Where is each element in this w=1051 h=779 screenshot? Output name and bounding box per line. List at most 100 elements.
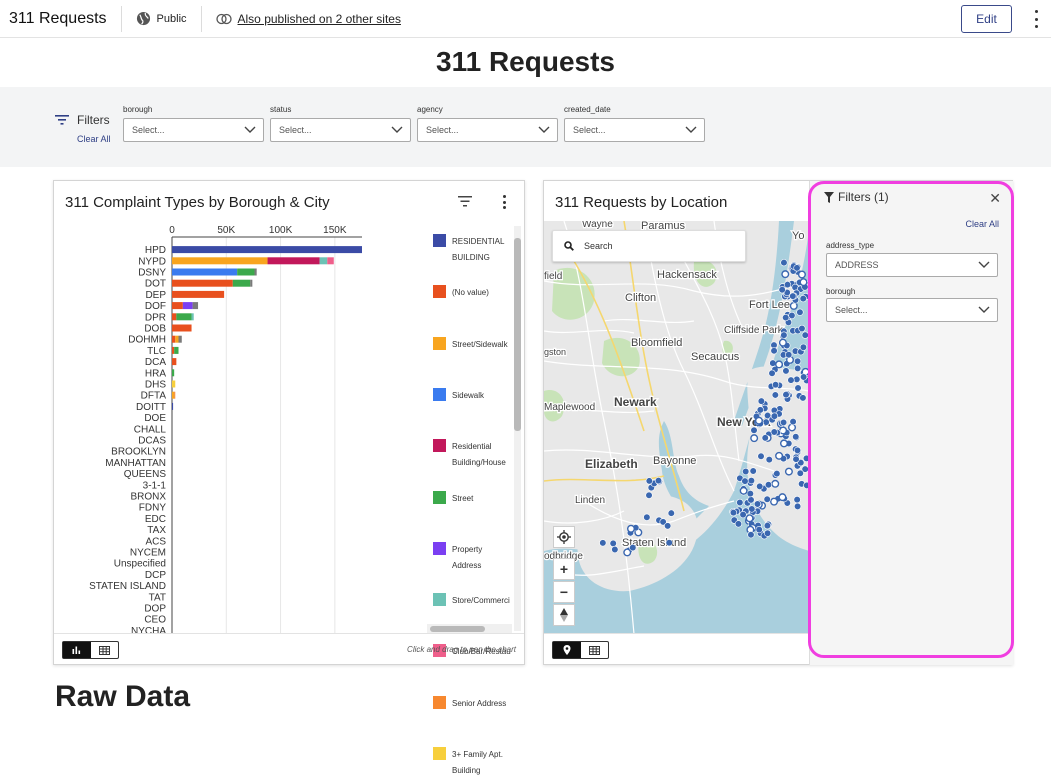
request-point[interactable] (762, 418, 770, 426)
request-point[interactable] (796, 469, 804, 477)
bar-segment[interactable] (237, 268, 255, 276)
bar-segment[interactable] (172, 246, 362, 254)
request-point[interactable] (756, 406, 764, 414)
zoom-out-button[interactable]: − (553, 581, 575, 603)
request-point[interactable] (797, 270, 806, 279)
request-point[interactable] (770, 497, 779, 506)
map-search-input[interactable]: Search (552, 230, 746, 262)
bar-segment[interactable] (172, 302, 183, 310)
request-point[interactable] (775, 451, 784, 460)
request-point[interactable] (775, 360, 784, 369)
legend-horizontal-scrollbar[interactable] (427, 624, 512, 633)
request-point[interactable] (770, 428, 778, 436)
request-point[interactable] (623, 548, 632, 557)
request-point[interactable] (783, 281, 792, 289)
request-point[interactable] (794, 502, 802, 510)
request-point[interactable] (749, 467, 757, 475)
request-point[interactable] (745, 514, 754, 523)
request-point[interactable] (764, 481, 773, 489)
request-point[interactable] (769, 359, 777, 367)
close-icon[interactable]: ✕ (989, 190, 1001, 207)
request-point[interactable] (664, 522, 672, 530)
request-point[interactable] (742, 467, 750, 476)
bar-segment[interactable] (267, 257, 320, 265)
request-point[interactable] (780, 331, 788, 339)
request-point[interactable] (753, 500, 762, 508)
request-point[interactable] (739, 486, 748, 495)
request-point[interactable] (764, 529, 772, 537)
request-point[interactable] (747, 496, 755, 504)
request-point[interactable] (770, 412, 779, 420)
request-point[interactable] (793, 446, 802, 455)
request-point[interactable] (667, 509, 675, 517)
request-point[interactable] (796, 308, 804, 316)
filters-toggle[interactable]: Filters (55, 113, 110, 127)
bar-segment[interactable] (254, 268, 257, 276)
map-canvas[interactable]: Wayne ParamusYofield HackensackCliftonFort… (544, 221, 809, 634)
bar-segment[interactable] (176, 313, 192, 321)
request-point[interactable] (734, 520, 743, 528)
request-point[interactable] (799, 343, 808, 351)
request-point[interactable] (729, 509, 738, 517)
request-point[interactable] (793, 264, 801, 272)
request-point[interactable] (665, 539, 673, 547)
bar-segment[interactable] (192, 302, 199, 310)
request-point[interactable] (771, 479, 780, 488)
request-point[interactable] (782, 367, 790, 375)
request-point[interactable] (779, 418, 788, 427)
clear-all-filters-link[interactable]: Clear All (77, 134, 111, 144)
bar-segment[interactable] (172, 335, 176, 343)
bar-segment[interactable] (191, 313, 194, 321)
request-point[interactable] (645, 477, 653, 485)
map[interactable]: Wayne Paramus Yo field Hackensack Clifton Fort… (544, 221, 809, 634)
request-point[interactable] (781, 270, 790, 279)
request-point[interactable] (771, 381, 780, 389)
legend-item[interactable]: Street (433, 490, 512, 507)
request-point[interactable] (771, 391, 779, 399)
bar-segment[interactable] (172, 268, 238, 276)
request-point[interactable] (757, 452, 765, 460)
request-point[interactable] (756, 482, 764, 490)
edit-button[interactable]: Edit (961, 5, 1012, 33)
request-point[interactable] (739, 510, 747, 519)
request-point[interactable] (789, 418, 797, 426)
request-point[interactable] (748, 505, 756, 513)
request-point[interactable] (799, 394, 807, 402)
request-point[interactable] (736, 498, 744, 507)
bar-segment[interactable] (172, 324, 192, 332)
map-borough-select[interactable]: Select... (826, 298, 998, 322)
table-view-button[interactable] (91, 642, 119, 658)
request-point[interactable] (770, 347, 778, 355)
request-point[interactable] (755, 526, 763, 534)
request-point[interactable] (599, 539, 607, 547)
request-point[interactable] (763, 495, 771, 503)
request-point[interactable] (780, 259, 788, 267)
request-point[interactable] (761, 434, 769, 442)
legend-item[interactable]: Store/Commerci (433, 593, 512, 609)
filter-lines-icon[interactable] (458, 196, 472, 207)
request-point[interactable] (779, 439, 788, 448)
request-point[interactable] (799, 295, 807, 303)
request-point[interactable] (785, 351, 793, 359)
bar-segment[interactable] (232, 279, 251, 287)
request-point[interactable] (787, 376, 795, 384)
request-point[interactable] (629, 544, 637, 552)
request-point[interactable] (789, 292, 797, 300)
chart-view-button[interactable] (63, 642, 91, 658)
request-point[interactable] (763, 522, 772, 530)
legend-item[interactable]: 3+ Family Apt. Building (433, 747, 512, 779)
bar-segment[interactable] (319, 257, 328, 265)
request-point[interactable] (798, 324, 806, 333)
scrollbar-thumb[interactable] (514, 238, 521, 431)
request-point[interactable] (750, 434, 759, 443)
request-point[interactable] (789, 301, 798, 310)
request-point[interactable] (654, 477, 663, 485)
agency-select[interactable]: Select... (417, 118, 558, 142)
request-point[interactable] (782, 313, 790, 322)
legend-item[interactable]: Residential Building/House (433, 439, 512, 471)
bar-chart[interactable]: 0 50K 100K 150KHPDNYPDDSNYDOTDEPDOFDPRDOBDO… (54, 221, 429, 634)
bar-segment[interactable] (172, 402, 174, 410)
bar-segment[interactable] (175, 335, 179, 343)
request-point[interactable] (626, 524, 635, 533)
published-sites[interactable]: Also published on 2 other sites (215, 12, 401, 26)
